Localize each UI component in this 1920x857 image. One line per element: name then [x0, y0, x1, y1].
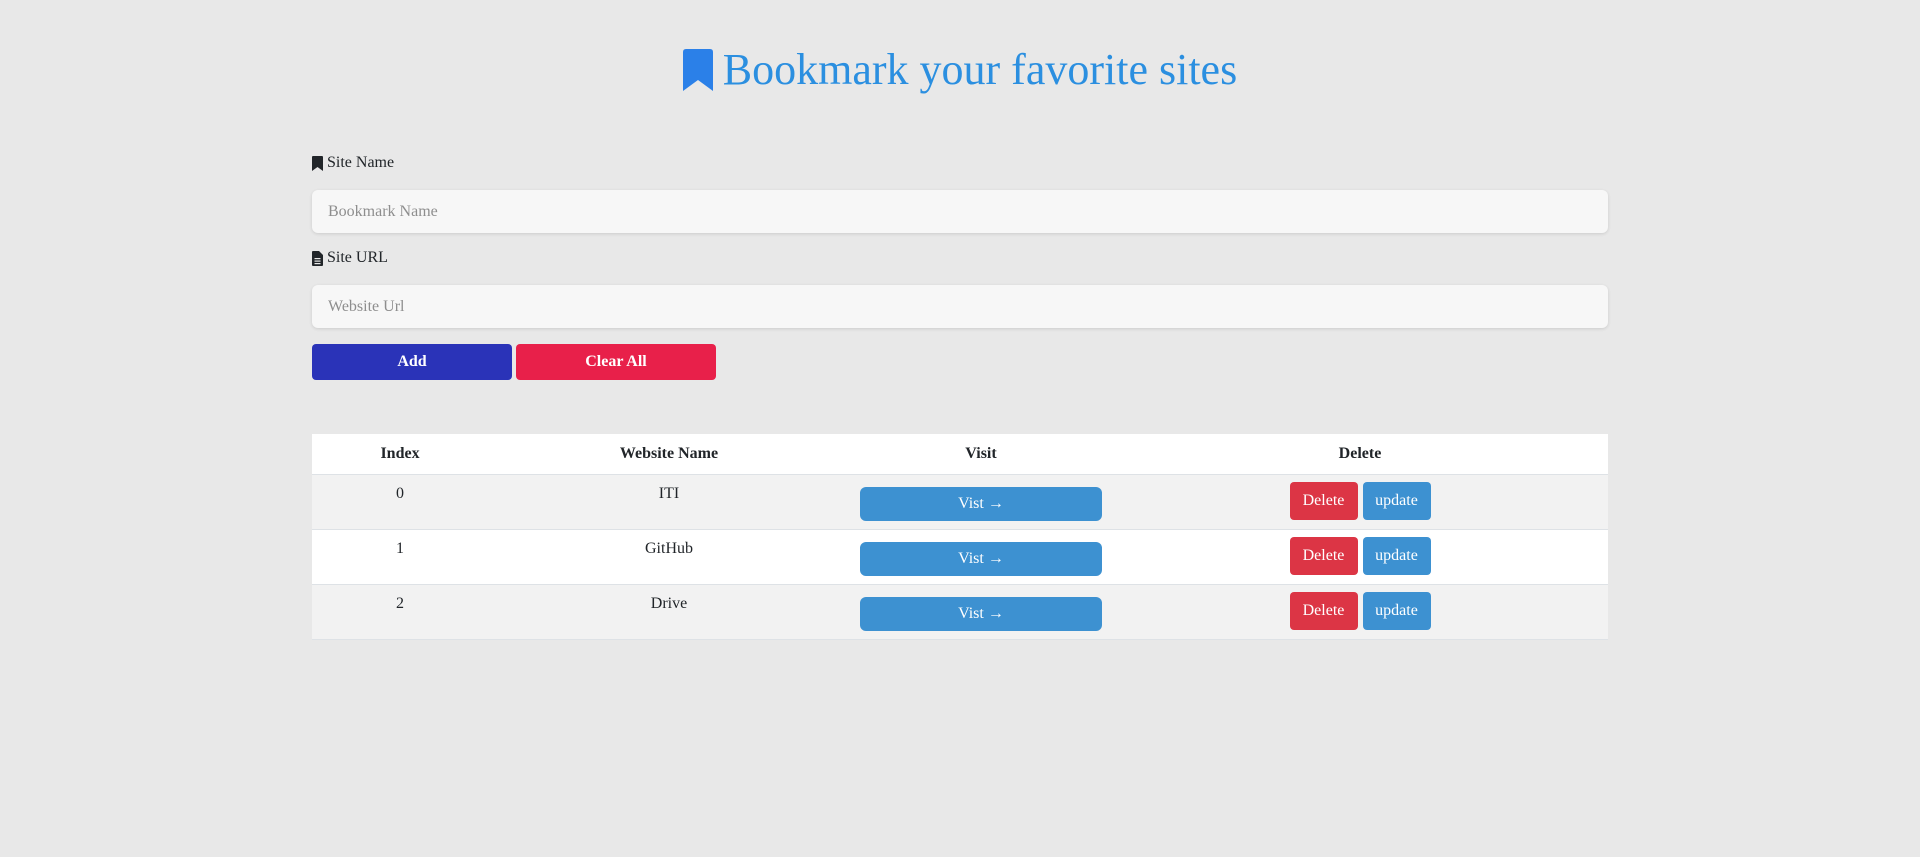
page-header: Bookmark your favorite sites [0, 44, 1920, 96]
form-actions: Add Clear All [312, 344, 1608, 380]
row-index: 2 [396, 595, 404, 612]
site-name-label-text: Site Name [327, 154, 395, 171]
site-url-label: Site URL [312, 245, 1608, 271]
table-row: 0 ITI Vist → Delete update [312, 474, 1608, 530]
delete-button[interactable]: Delete [1289, 592, 1358, 630]
bookmark-icon [312, 155, 323, 171]
update-button[interactable]: update [1362, 592, 1431, 630]
header-website-name: Website Name [488, 434, 850, 475]
clear-all-button[interactable]: Clear All [516, 344, 716, 380]
row-visit-cell: Vist → [850, 585, 1112, 640]
site-url-label-text: Site URL [327, 249, 388, 266]
bookmark-icon [682, 49, 713, 91]
row-actions-cell: Delete update [1112, 475, 1608, 530]
visit-button[interactable]: Vist → [860, 487, 1102, 521]
file-icon [312, 250, 323, 266]
row-website-name: GitHub [645, 540, 693, 557]
update-button[interactable]: update [1362, 537, 1431, 575]
site-name-label: Site Name [312, 150, 1608, 176]
delete-button[interactable]: Delete [1289, 537, 1358, 575]
add-button[interactable]: Add [312, 344, 512, 380]
table-row: 2 Drive Vist → Delete update [312, 584, 1608, 640]
row-website-name: ITI [658, 485, 680, 502]
header-visit: Visit [850, 434, 1112, 475]
row-visit-cell: Vist → [850, 530, 1112, 585]
bookmarks-table: Index Website Name Visit Delete 0 ITI Vi… [312, 434, 1608, 640]
row-actions-cell: Delete update [1112, 530, 1608, 585]
update-button[interactable]: update [1362, 482, 1431, 520]
table-header-row: Index Website Name Visit Delete [312, 434, 1608, 475]
visit-button[interactable]: Vist → [860, 542, 1102, 576]
page-title: Bookmark your favorite sites [722, 45, 1238, 94]
visit-button[interactable]: Vist → [860, 597, 1102, 631]
page: Bookmark your favorite sites Site Name S… [0, 0, 1920, 857]
row-index: 0 [396, 485, 404, 502]
site-url-input[interactable] [312, 285, 1608, 328]
bookmark-form: Site Name Site URL Add Clear All [312, 150, 1608, 380]
table-header: Index Website Name Visit Delete [312, 434, 1608, 475]
header-index: Index [312, 434, 488, 475]
row-website-name: Drive [650, 595, 688, 612]
table-row: 1 GitHub Vist → Delete update [312, 529, 1608, 585]
header-title-group: Bookmark your favorite sites [682, 44, 1238, 96]
row-actions-cell: Delete update [1112, 585, 1608, 640]
header-delete: Delete [1112, 434, 1608, 475]
row-index: 1 [396, 540, 404, 557]
row-visit-cell: Vist → [850, 475, 1112, 530]
delete-button[interactable]: Delete [1289, 482, 1358, 520]
site-name-input[interactable] [312, 190, 1608, 233]
table-body: 0 ITI Vist → Delete update 1 GitHub Vist… [312, 474, 1608, 640]
